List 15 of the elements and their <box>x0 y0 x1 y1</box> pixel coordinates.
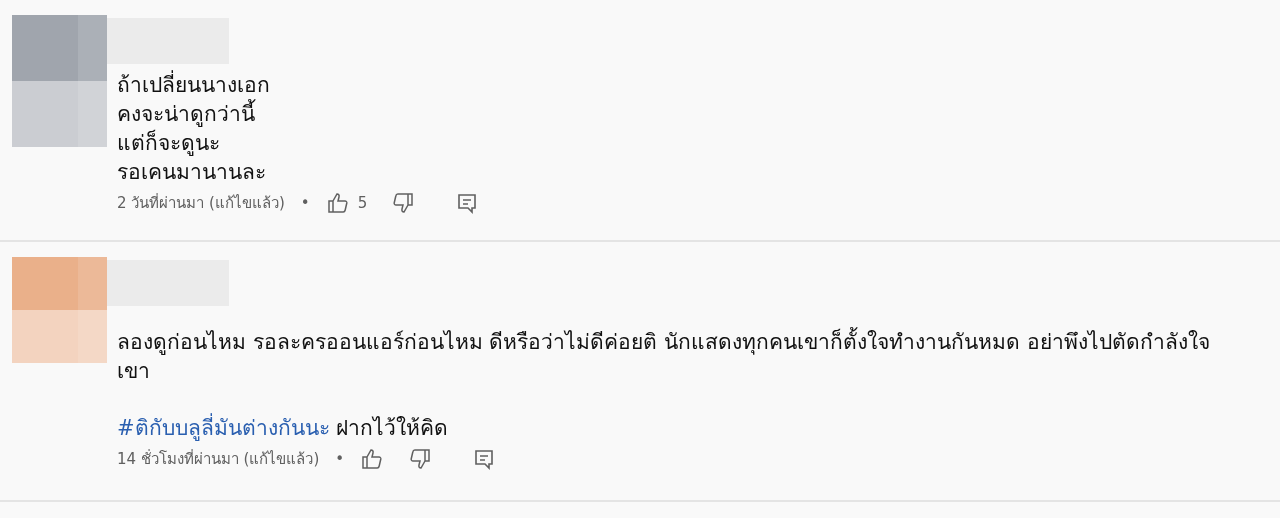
comment-timestamp: 14 ชั่วโมงที่ผ่านมา (แก้ไขแล้ว) <box>117 448 320 470</box>
thumbs-up-icon[interactable] <box>325 191 350 215</box>
comment-paragraph: #ติกับบลูลี่มันต่างกันนะ ฝากไว้ให้คิด <box>117 414 1217 443</box>
thumbs-up-icon[interactable] <box>360 447 385 471</box>
thumbs-down-icon[interactable] <box>408 447 433 471</box>
thumbs-down-icon[interactable] <box>391 191 416 215</box>
comment-line: แต่ก็จะดูนะ <box>117 129 221 158</box>
comment-line: คงจะน่าดูกว่านี้ <box>117 100 1217 129</box>
separator-dot: • <box>300 192 310 214</box>
separator-dot: • <box>335 448 345 470</box>
comment-line: ถ้าเปลี่ยนนางเอก <box>117 71 1217 100</box>
like-count: 5 <box>357 192 368 214</box>
comment-line: รอเคนมานานละ <box>117 159 267 186</box>
comment-timestamp: 2 วันที่ผ่านมา (แก้ไขแล้ว) <box>117 192 285 214</box>
comment-paragraph: ลองดูก่อนไหม รอละครออนแอร์ก่อนไหม ดีหรือว่าไม่ดีค่อยติ นักแสดงทุกคนเขาก็ตั้งใจทำงานกันหมด อย่าพึงไปตัดกำลังใจเขา <box>117 328 1217 386</box>
